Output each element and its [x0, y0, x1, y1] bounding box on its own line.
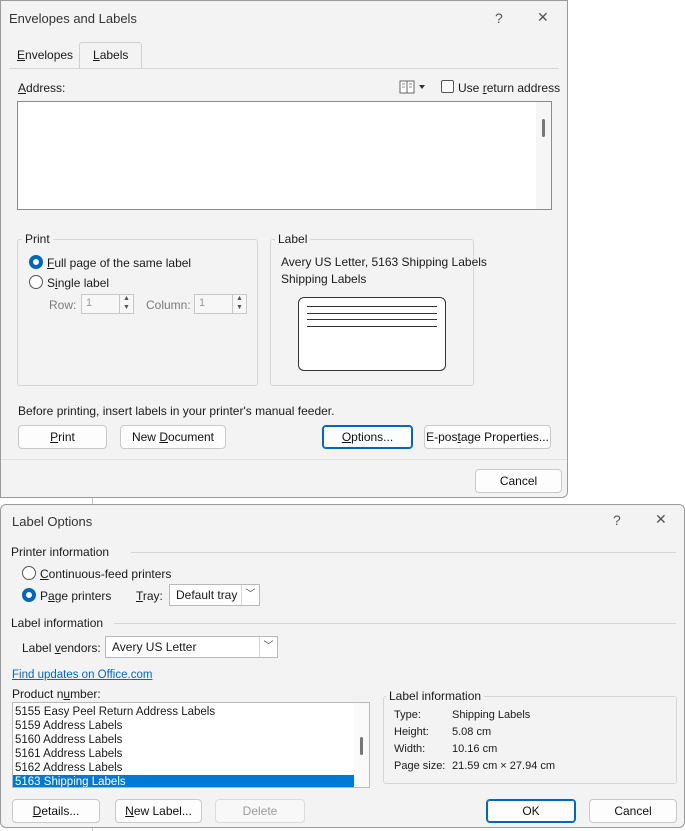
list-item[interactable]: 5162 Address Labels [13, 761, 354, 775]
address-input[interactable] [17, 101, 552, 210]
product-list-scrollbar[interactable] [354, 703, 369, 787]
label-information-heading: Label information [11, 616, 104, 630]
envelopes-labels-dialog: Envelopes and Labels ? ✕ Envelopes Label… [0, 0, 568, 498]
spin-up-icon: ▲ [236, 295, 243, 302]
tab-labels[interactable]: Labels [79, 42, 142, 69]
label-preview-image[interactable] [298, 297, 446, 371]
printer-information-heading: Printer information [11, 545, 110, 559]
type-value: Shipping Labels [452, 709, 531, 721]
label-description-line2: Shipping Labels [281, 272, 367, 286]
use-return-address-label[interactable]: Use return address [458, 81, 560, 95]
label-vendors-label: Label vendors: [22, 641, 101, 655]
label-information-box-title: Label information [386, 689, 485, 703]
tray-label: Tray: [136, 589, 163, 603]
page-size-value: 21.59 cm × 27.94 cm [452, 760, 556, 772]
label-information-rule [114, 623, 676, 624]
height-label: Height: [394, 726, 429, 738]
spin-up-icon: ▲ [123, 295, 130, 302]
list-item[interactable]: 5160 Address Labels [13, 733, 354, 747]
width-label: Width: [394, 743, 426, 755]
product-number-label: Product number: [12, 687, 101, 701]
chevron-down-icon: ﹀ [241, 585, 259, 605]
full-page-radio[interactable] [29, 255, 43, 269]
single-label-label[interactable]: Single label [47, 276, 109, 290]
tray-dropdown[interactable]: Default tray ﹀ [169, 584, 260, 606]
list-item[interactable]: 5155 Easy Peel Return Address Labels [13, 705, 354, 719]
tab-envelopes-label: nvelopes [25, 48, 74, 62]
help-button[interactable]: ? [495, 10, 503, 26]
options-button[interactable]: Options... [322, 425, 413, 449]
column-label: Column: [146, 298, 191, 312]
delete-button[interactable]: Delete [215, 799, 305, 823]
list-item[interactable]: 5161 Address Labels [13, 747, 354, 761]
label-options-dialog: Label Options ? ✕ Printer information Co… [0, 504, 685, 828]
footer-separator [1, 459, 567, 460]
address-book-icon[interactable] [399, 79, 427, 95]
label-group-title: Label [275, 232, 311, 246]
print-button[interactable]: Print [18, 425, 107, 449]
column-spinner-arrows[interactable]: ▲ ▼ [232, 294, 246, 314]
dialog-title: Label Options [12, 514, 93, 529]
continuous-feed-label[interactable]: Continuous-feed printers [40, 567, 171, 581]
help-button[interactable]: ? [613, 512, 621, 528]
spin-down-icon: ▼ [236, 304, 243, 311]
page-printers-radio[interactable] [22, 588, 36, 602]
address-label: Address: [18, 81, 66, 95]
printing-hint: Before printing, insert labels in your p… [18, 404, 335, 418]
new-document-button[interactable]: New Document [120, 425, 226, 449]
tab-strip-line [9, 68, 559, 69]
ok-button[interactable]: OK [486, 799, 576, 823]
height-value: 5.08 cm [452, 726, 492, 738]
tab-envelopes[interactable]: Envelopes [17, 48, 73, 62]
chevron-down-icon: ﹀ [259, 637, 277, 657]
row-label: Row: [49, 298, 77, 312]
type-label: Type: [394, 709, 421, 721]
product-number-list[interactable]: 5155 Easy Peel Return Address Labels 5159… [12, 702, 370, 788]
use-return-address-checkbox[interactable] [441, 80, 454, 93]
printer-information-rule [131, 552, 676, 553]
spin-down-icon: ▼ [123, 304, 130, 311]
cancel-button[interactable]: Cancel [475, 469, 562, 493]
tab-labels-label: abels [99, 48, 129, 62]
find-updates-link[interactable]: Find updates on Office.com [12, 669, 152, 681]
dialog-title: Envelopes and Labels [9, 11, 137, 26]
tab-envelopes-accel: E [17, 48, 26, 62]
full-page-label[interactable]: Full page of the same label [47, 256, 191, 270]
cancel-button[interactable]: Cancel [589, 799, 677, 823]
print-group-title: Print [22, 232, 53, 246]
label-description-line1: Avery US Letter, 5163 Shipping Labels [281, 255, 487, 269]
close-icon[interactable]: ✕ [537, 9, 549, 26]
epostage-properties-button[interactable]: E-postage Properties... [424, 425, 551, 449]
row-spinner-arrows[interactable]: ▲ ▼ [119, 294, 133, 314]
list-item[interactable]: 5163 Shipping Labels [13, 775, 354, 787]
label-vendors-dropdown[interactable]: Avery US Letter ﹀ [105, 636, 278, 658]
address-scrollbar[interactable] [536, 102, 551, 209]
close-icon[interactable]: ✕ [655, 511, 667, 528]
new-label-button[interactable]: New Label... [115, 799, 202, 823]
page-size-label: Page size: [394, 760, 446, 772]
list-item[interactable]: 5159 Address Labels [13, 719, 354, 733]
details-button[interactable]: Details... [12, 799, 100, 823]
tab-labels-accel: L [93, 48, 100, 62]
width-value: 10.16 cm [452, 743, 498, 755]
continuous-feed-radio[interactable] [22, 566, 36, 580]
page-printers-label[interactable]: Page printers [40, 589, 111, 603]
single-label-radio[interactable] [29, 275, 43, 289]
